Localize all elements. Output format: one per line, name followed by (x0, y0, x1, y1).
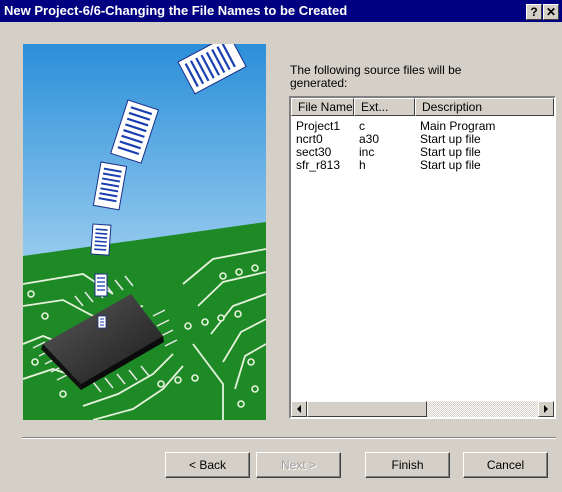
back-button[interactable]: < Back (165, 452, 250, 478)
column-file-name[interactable]: File Name (291, 98, 354, 116)
arrow-left-icon (297, 405, 301, 413)
list-rows: Project1 c Main Program ncrt0 a30 Start … (291, 120, 554, 172)
help-button[interactable]: ? (526, 4, 542, 20)
file-name-cell: Project1 (296, 120, 341, 133)
cancel-button[interactable]: Cancel (463, 452, 548, 478)
file-ext-cell: a30 (359, 133, 380, 146)
close-icon: ✕ (545, 5, 557, 19)
file-desc-cell: Main Program (420, 120, 496, 133)
file-ext-cell: c (359, 120, 365, 133)
scroll-right-button[interactable] (538, 401, 554, 417)
close-button[interactable]: ✕ (543, 4, 559, 20)
file-desc-cell: Start up file (420, 146, 481, 159)
column-extension[interactable]: Ext... (354, 98, 415, 116)
list-item[interactable]: sect30 inc Start up file (291, 146, 554, 159)
file-desc-cell: Start up file (420, 159, 481, 172)
file-ext-cell: h (359, 159, 366, 172)
list-item[interactable]: sfr_r813 h Start up file (291, 159, 554, 172)
source-files-list[interactable]: File Name Ext... Description Project1 c … (289, 96, 556, 419)
help-icon: ? (530, 5, 538, 19)
button-separator (22, 437, 556, 439)
finish-button[interactable]: Finish (365, 452, 450, 478)
list-item[interactable]: ncrt0 a30 Start up file (291, 133, 554, 146)
file-name-cell: sect30 (296, 146, 332, 159)
wizard-illustration (23, 44, 266, 420)
title-bar: New Project-6/6-Changing the File Names … (0, 0, 562, 22)
next-button[interactable]: Next > (256, 452, 341, 478)
horizontal-scrollbar[interactable] (291, 401, 554, 417)
arrow-right-icon (544, 405, 548, 413)
files-prompt: The following source files will be gener… (290, 63, 462, 90)
file-name-cell: ncrt0 (296, 133, 323, 146)
file-desc-cell: Start up file (420, 133, 481, 146)
scroll-left-button[interactable] (291, 401, 307, 417)
file-ext-cell: inc (359, 146, 375, 159)
window-title: New Project-6/6-Changing the File Names … (4, 3, 348, 18)
file-name-cell: sfr_r813 (296, 159, 341, 172)
scrollbar-thumb[interactable] (307, 401, 427, 417)
list-item[interactable]: Project1 c Main Program (291, 120, 554, 133)
column-description[interactable]: Description (415, 98, 554, 116)
list-header: File Name Ext... Description (291, 98, 554, 116)
